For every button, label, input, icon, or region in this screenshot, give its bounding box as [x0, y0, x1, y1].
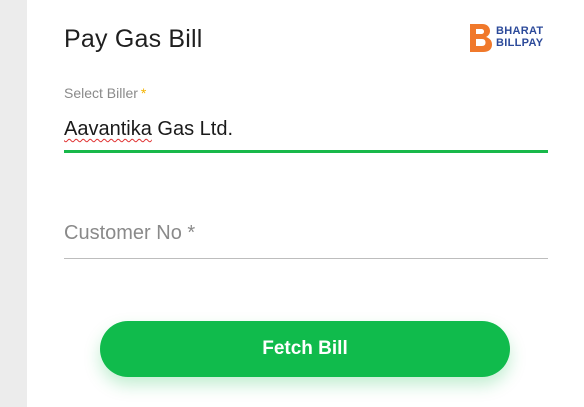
bharat-billpay-logo: BHARAT BILLPAY — [468, 22, 560, 54]
select-biller-label: Select Biller * — [64, 85, 147, 101]
page-left-gutter — [0, 0, 27, 407]
pay-gas-bill-card: Pay Gas Bill BHARAT BILLPAY Select Bille… — [27, 0, 584, 407]
required-asterisk: * — [140, 85, 147, 101]
biller-value-misspelled-word: Aavantika — [64, 118, 152, 140]
bbps-b-icon — [470, 24, 492, 52]
bbps-wordmark: BHARAT BILLPAY — [496, 25, 544, 49]
customer-no-underline — [64, 258, 548, 259]
select-biller-underline — [64, 150, 548, 153]
page-title: Pay Gas Bill — [64, 25, 203, 53]
biller-value-rest: Gas Ltd. — [151, 118, 233, 140]
customer-no-field[interactable]: Customer No * — [64, 222, 195, 245]
fetch-bill-button[interactable]: Fetch Bill — [100, 321, 510, 377]
select-biller-field[interactable]: Aavantika Gas Ltd. — [64, 118, 233, 141]
